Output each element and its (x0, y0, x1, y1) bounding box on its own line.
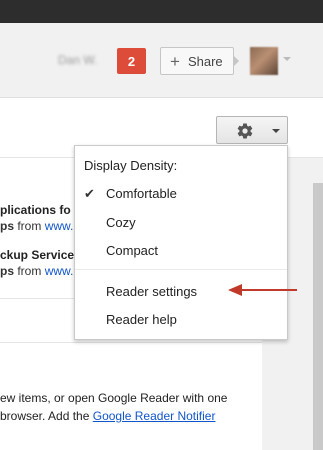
divider (0, 342, 262, 343)
share-button-label: Share (187, 53, 223, 69)
top-black-bar (0, 0, 323, 23)
share-button[interactable]: + Share (160, 47, 234, 75)
plus-icon: + (170, 51, 180, 71)
notification-badge[interactable]: 2 (117, 48, 146, 74)
chevron-down-icon (272, 129, 280, 133)
gear-icon (237, 123, 253, 139)
list-item[interactable]: plications fo ps from www. (0, 203, 73, 233)
list-item-source: ps from www. (0, 219, 74, 233)
list-item[interactable]: ckup Service ps from www. (0, 248, 74, 278)
menu-item-compact[interactable]: Compact (106, 243, 158, 258)
menu-item-comfortable[interactable]: Comfortable (106, 186, 177, 201)
menu-divider (75, 269, 287, 270)
list-item-title: ckup Service (0, 248, 75, 262)
scrollbar[interactable] (313, 183, 323, 450)
menu-item-reader-settings[interactable]: Reader settings (106, 284, 197, 299)
annotation-arrow-icon (228, 284, 297, 296)
menu-item-cozy[interactable]: Cozy (106, 215, 136, 230)
list-item-source: ps from www. (0, 264, 74, 278)
account-name[interactable]: Dan W. (58, 53, 97, 67)
list-item-title: plications fo (0, 203, 71, 217)
chevron-down-icon[interactable] (283, 57, 291, 61)
help-text: ew items, or open Google Reader with one… (0, 391, 228, 423)
source-link[interactable]: www. (45, 264, 74, 278)
settings-menu-button[interactable] (216, 116, 288, 144)
settings-dropdown-menu: Display Density: ✔ Comfortable Cozy Comp… (74, 145, 288, 340)
reader-notifier-link[interactable]: Google Reader Notifier (93, 409, 216, 423)
display-density-heading: Display Density: (84, 158, 178, 173)
share-button-notch (233, 55, 239, 67)
menu-item-reader-help[interactable]: Reader help (106, 312, 177, 327)
avatar[interactable] (250, 47, 278, 75)
source-link[interactable]: www. (45, 219, 74, 233)
checkmark-icon: ✔ (84, 186, 95, 201)
